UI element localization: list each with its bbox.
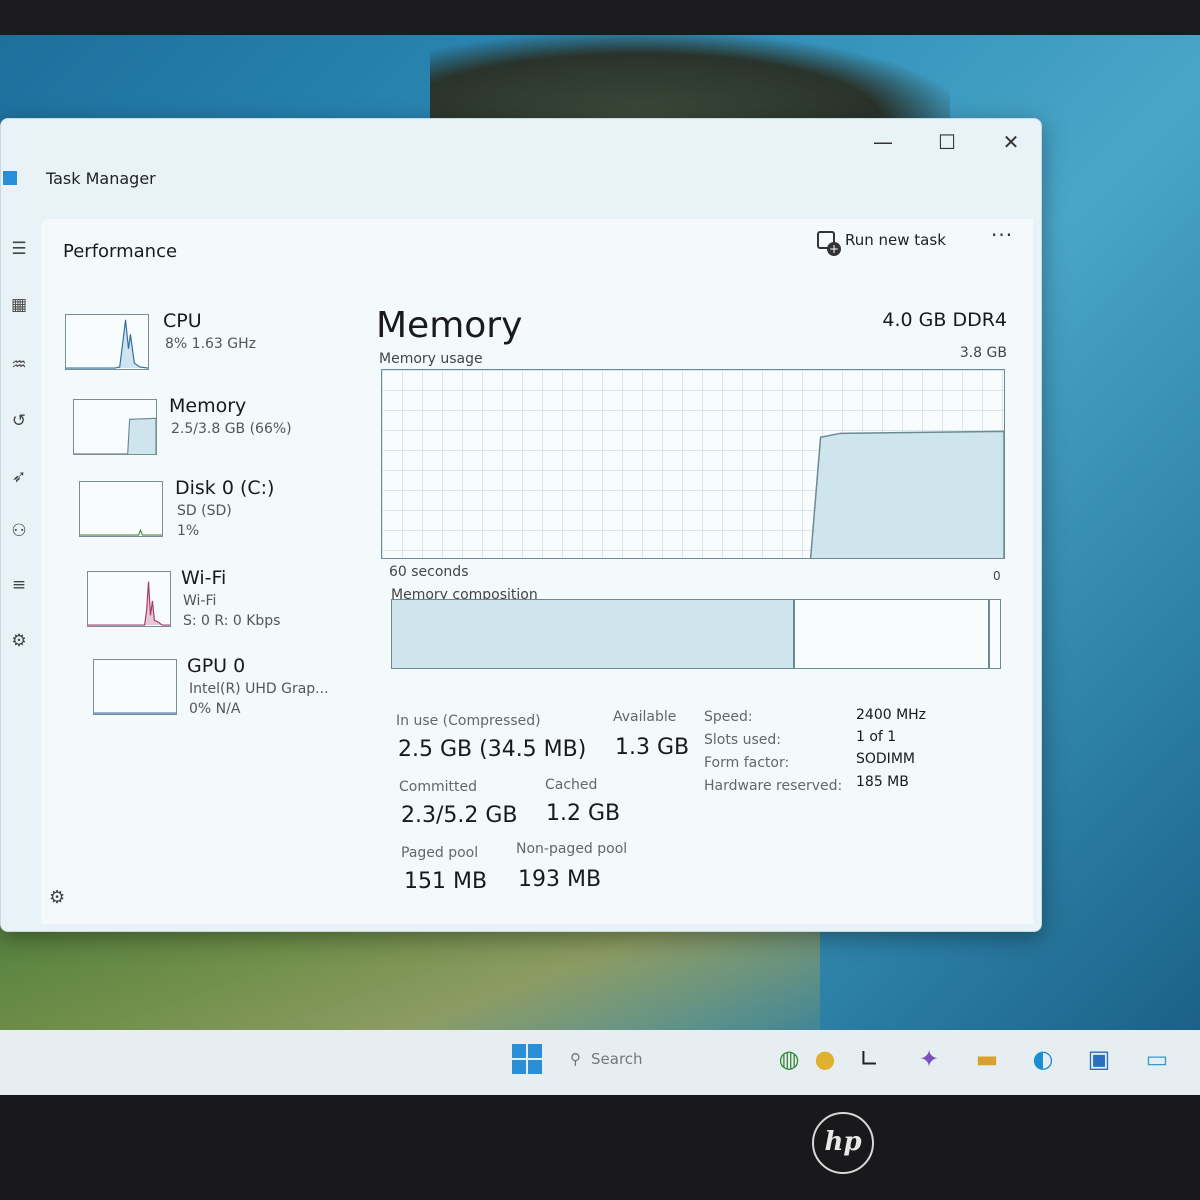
task-manager-app-icon — [3, 171, 17, 185]
copilot-icon[interactable]: ✦ — [912, 1042, 946, 1076]
paged-pool-value: 151 MB — [404, 869, 488, 894]
gpu-thumbnail — [93, 659, 177, 715]
perf-item-wifi[interactable]: Wi-Fi Wi-Fi S: 0 R: 0 Kbps — [61, 567, 361, 643]
edge-browser-icon[interactable]: ◐ — [1026, 1042, 1060, 1076]
wifi-adapter: Wi-Fi — [183, 593, 217, 609]
available-value: 1.3 GB — [615, 735, 690, 760]
details-icon[interactable]: ≡ — [5, 573, 33, 597]
disk-label: Disk 0 (C:) — [175, 477, 275, 499]
detail-title: Memory — [376, 305, 523, 346]
run-task-icon — [817, 231, 841, 256]
laptop-bezel: hp — [0, 1095, 1200, 1200]
gpu-model: Intel(R) UHD Grap... — [189, 681, 329, 697]
close-button[interactable]: ✕ — [991, 127, 1031, 157]
processes-icon[interactable]: ▦ — [5, 293, 33, 317]
app-history-icon[interactable]: ↺ — [5, 409, 33, 433]
slots-used-label: Slots used: — [704, 732, 781, 748]
task-view-icon[interactable]: ∟ — [852, 1042, 886, 1076]
committed-value: 2.3/5.2 GB — [401, 803, 518, 828]
disk-type: SD (SD) — [177, 503, 232, 519]
memory-label: Memory — [169, 395, 247, 417]
task-manager-window: Task Manager — ☐ ✕ ☰ ▦ ♒ ↺ ➶ ⚇ ≡ ⚙ Perfo… — [0, 118, 1042, 932]
composition-in-use[interactable] — [392, 600, 796, 668]
search-placeholder: Search — [591, 1050, 643, 1068]
form-factor-label: Form factor: — [704, 755, 790, 771]
memory-thumbnail — [73, 399, 157, 455]
page-title: Performance — [63, 241, 178, 262]
taskbar-search[interactable]: ⚲ Search — [570, 1042, 750, 1076]
committed-label: Committed — [399, 779, 477, 795]
desktop-wallpaper: Task Manager — ☐ ✕ ☰ ▦ ♒ ↺ ➶ ⚇ ≡ ⚙ Perfo… — [0, 35, 1200, 1095]
memory-max-label: 3.8 GB — [959, 345, 1007, 361]
disk-usage: 1% — [177, 523, 200, 539]
in-use-label: In use (Compressed) — [396, 713, 541, 729]
startup-apps-icon[interactable]: ➶ — [5, 465, 33, 489]
speed-label: Speed: — [704, 709, 753, 725]
hamburger-menu-icon[interactable]: ☰ — [5, 237, 33, 261]
services-icon[interactable]: ⚙ — [5, 629, 33, 653]
cached-value: 1.2 GB — [546, 801, 621, 826]
in-use-value: 2.5 GB (34.5 MB) — [398, 737, 587, 762]
performance-panel: Performance Run new task ··· CPU 8% 1.63… — [41, 219, 1033, 924]
form-factor-value: SODIMM — [856, 751, 915, 767]
window-title: Task Manager — [46, 169, 156, 188]
memory-min-label: 0 — [993, 569, 1001, 583]
non-paged-pool-label: Non-paged pool — [516, 841, 628, 857]
disk-thumbnail — [79, 481, 163, 537]
perf-item-cpu[interactable]: CPU 8% 1.63 GHz — [61, 310, 361, 386]
composition-modified[interactable] — [793, 600, 990, 668]
nav-rail: ☰ ▦ ♒ ↺ ➶ ⚇ ≡ ⚙ — [1, 237, 46, 917]
perf-item-memory[interactable]: Memory 2.5/3.8 GB (66%) — [61, 395, 361, 471]
cached-label: Cached — [545, 777, 598, 793]
users-icon[interactable]: ⚇ — [5, 519, 33, 543]
cpu-label: CPU — [163, 310, 202, 332]
file-explorer-icon[interactable]: ▬ — [970, 1042, 1004, 1076]
hp-logo: hp — [812, 1112, 874, 1174]
gpu-label: GPU 0 — [187, 655, 246, 677]
start-button-windows-icon[interactable] — [512, 1044, 542, 1074]
taskbar: ⚲ Search ◍ ● ∟ ✦ ▬ ◐ ▣ ▭ — [0, 1030, 1200, 1095]
hardware-reserved-label: Hardware reserved: — [704, 778, 843, 794]
minimize-button[interactable]: — — [863, 127, 903, 157]
widgets-icon[interactable]: ◍ — [772, 1042, 806, 1076]
search-icon: ⚲ — [570, 1050, 581, 1068]
cpu-thumbnail — [65, 314, 149, 370]
time-window-label: 60 seconds — [389, 564, 469, 580]
hardware-reserved-value: 185 MB — [856, 774, 909, 790]
more-options-icon[interactable]: ··· — [991, 223, 1013, 247]
slots-used-value: 1 of 1 — [856, 729, 897, 745]
memory-usage-graph — [381, 369, 1005, 559]
cpu-usage: 8% 1.63 GHz — [165, 336, 257, 352]
non-paged-pool-value: 193 MB — [518, 867, 602, 892]
task-manager-taskbar-icon[interactable]: ▭ — [1140, 1042, 1174, 1076]
available-label: Available — [613, 709, 677, 725]
perf-item-disk[interactable]: Disk 0 (C:) SD (SD) 1% — [61, 477, 361, 553]
weather-icon[interactable]: ● — [808, 1042, 842, 1076]
wifi-label: Wi-Fi — [181, 567, 227, 589]
maximize-button[interactable]: ☐ — [927, 127, 967, 157]
wifi-thumbnail — [87, 571, 171, 627]
performance-icon[interactable]: ♒ — [5, 353, 33, 377]
paged-pool-label: Paged pool — [401, 845, 479, 861]
speed-value: 2400 MHz — [856, 707, 927, 723]
gpu-usage: 0% N/A — [189, 701, 241, 717]
settings-gear-icon[interactable]: ⚙ — [49, 887, 65, 908]
run-new-task-button[interactable]: Run new task — [817, 224, 946, 256]
run-new-task-label: Run new task — [845, 231, 946, 249]
memory-usage: 2.5/3.8 GB (66%) — [171, 421, 292, 437]
store-icon[interactable]: ▣ — [1082, 1042, 1116, 1076]
memory-capacity: 4.0 GB DDR4 — [882, 309, 1007, 331]
memory-usage-label: Memory usage — [379, 351, 483, 367]
wifi-throughput: S: 0 R: 0 Kbps — [183, 613, 281, 629]
memory-composition-bar — [391, 599, 1001, 669]
perf-item-gpu[interactable]: GPU 0 Intel(R) UHD Grap... 0% N/A — [61, 655, 361, 731]
title-bar[interactable]: Task Manager — ☐ ✕ — [1, 119, 1041, 199]
